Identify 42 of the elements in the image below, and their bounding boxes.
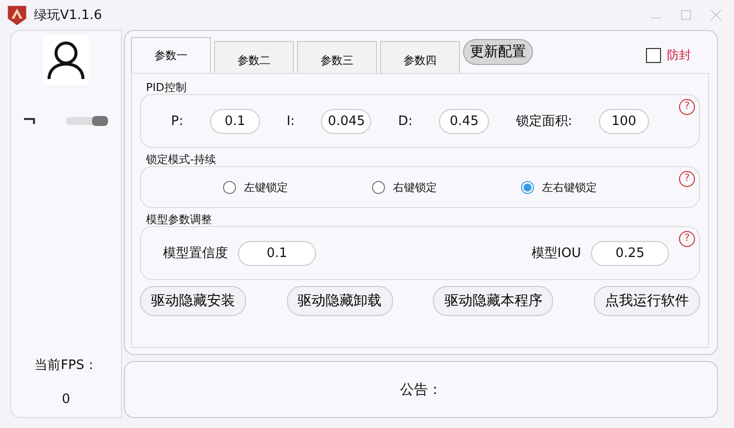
input-field[interactable]: 100 xyxy=(598,108,649,134)
field-label: I: xyxy=(286,114,295,128)
radio-label: 右键锁定 xyxy=(393,180,437,194)
group-title: 锁定模式-持续 xyxy=(146,152,217,166)
radio-label: 左右键锁定 xyxy=(542,180,597,194)
checkbox[interactable] xyxy=(646,48,661,62)
input-field[interactable]: 0.1 xyxy=(238,240,316,266)
help-icon[interactable]: ? xyxy=(679,99,695,115)
tab[interactable]: 参数三 xyxy=(297,41,377,73)
group-title: 模型参数调整 xyxy=(146,212,213,226)
action-button[interactable]: 驱动隐藏卸载 xyxy=(286,286,393,316)
tab[interactable]: 参数一 xyxy=(131,37,211,73)
blurred-name-drawing xyxy=(66,115,108,127)
update-config-button[interactable]: 更新配置 xyxy=(463,39,533,65)
radio-label: 左键锁定 xyxy=(244,180,288,194)
field-label: 模型IOU xyxy=(531,245,581,262)
action-button[interactable]: 驱动隐藏本程序 xyxy=(433,286,554,316)
group-title: PID控制 xyxy=(146,80,188,94)
help-icon[interactable]: ? xyxy=(679,171,695,187)
anti-ban-label: 防封 xyxy=(667,46,691,64)
tab[interactable]: 参数四 xyxy=(380,41,460,73)
input-field[interactable]: 0.45 xyxy=(439,108,490,134)
notice-label: 公告： xyxy=(400,380,442,398)
fps-value: 0 xyxy=(62,392,70,407)
radio-button[interactable] xyxy=(521,180,534,194)
field-label: 模型置信度 xyxy=(163,245,228,262)
field-label: D: xyxy=(398,114,413,128)
fps-label: 当前FPS： xyxy=(34,357,98,374)
field-label: P: xyxy=(171,114,184,128)
app-logo-icon xyxy=(6,4,28,26)
input-field[interactable]: 0.1 xyxy=(210,108,260,134)
action-button[interactable]: 点我运行软件 xyxy=(594,286,700,316)
input-field[interactable]: 0.25 xyxy=(591,240,669,266)
tab[interactable]: 参数二 xyxy=(214,41,294,73)
action-button[interactable]: 驱动隐藏安装 xyxy=(140,286,246,316)
radio-button[interactable] xyxy=(372,180,385,194)
window-title: 绿玩V1.1.6 xyxy=(34,7,102,24)
input-field[interactable]: 0.045 xyxy=(321,108,372,134)
field-label: 锁定面积: xyxy=(516,113,572,130)
radio-button[interactable] xyxy=(223,180,236,194)
user-mark-icon xyxy=(24,118,36,124)
help-icon[interactable]: ? xyxy=(679,231,695,247)
